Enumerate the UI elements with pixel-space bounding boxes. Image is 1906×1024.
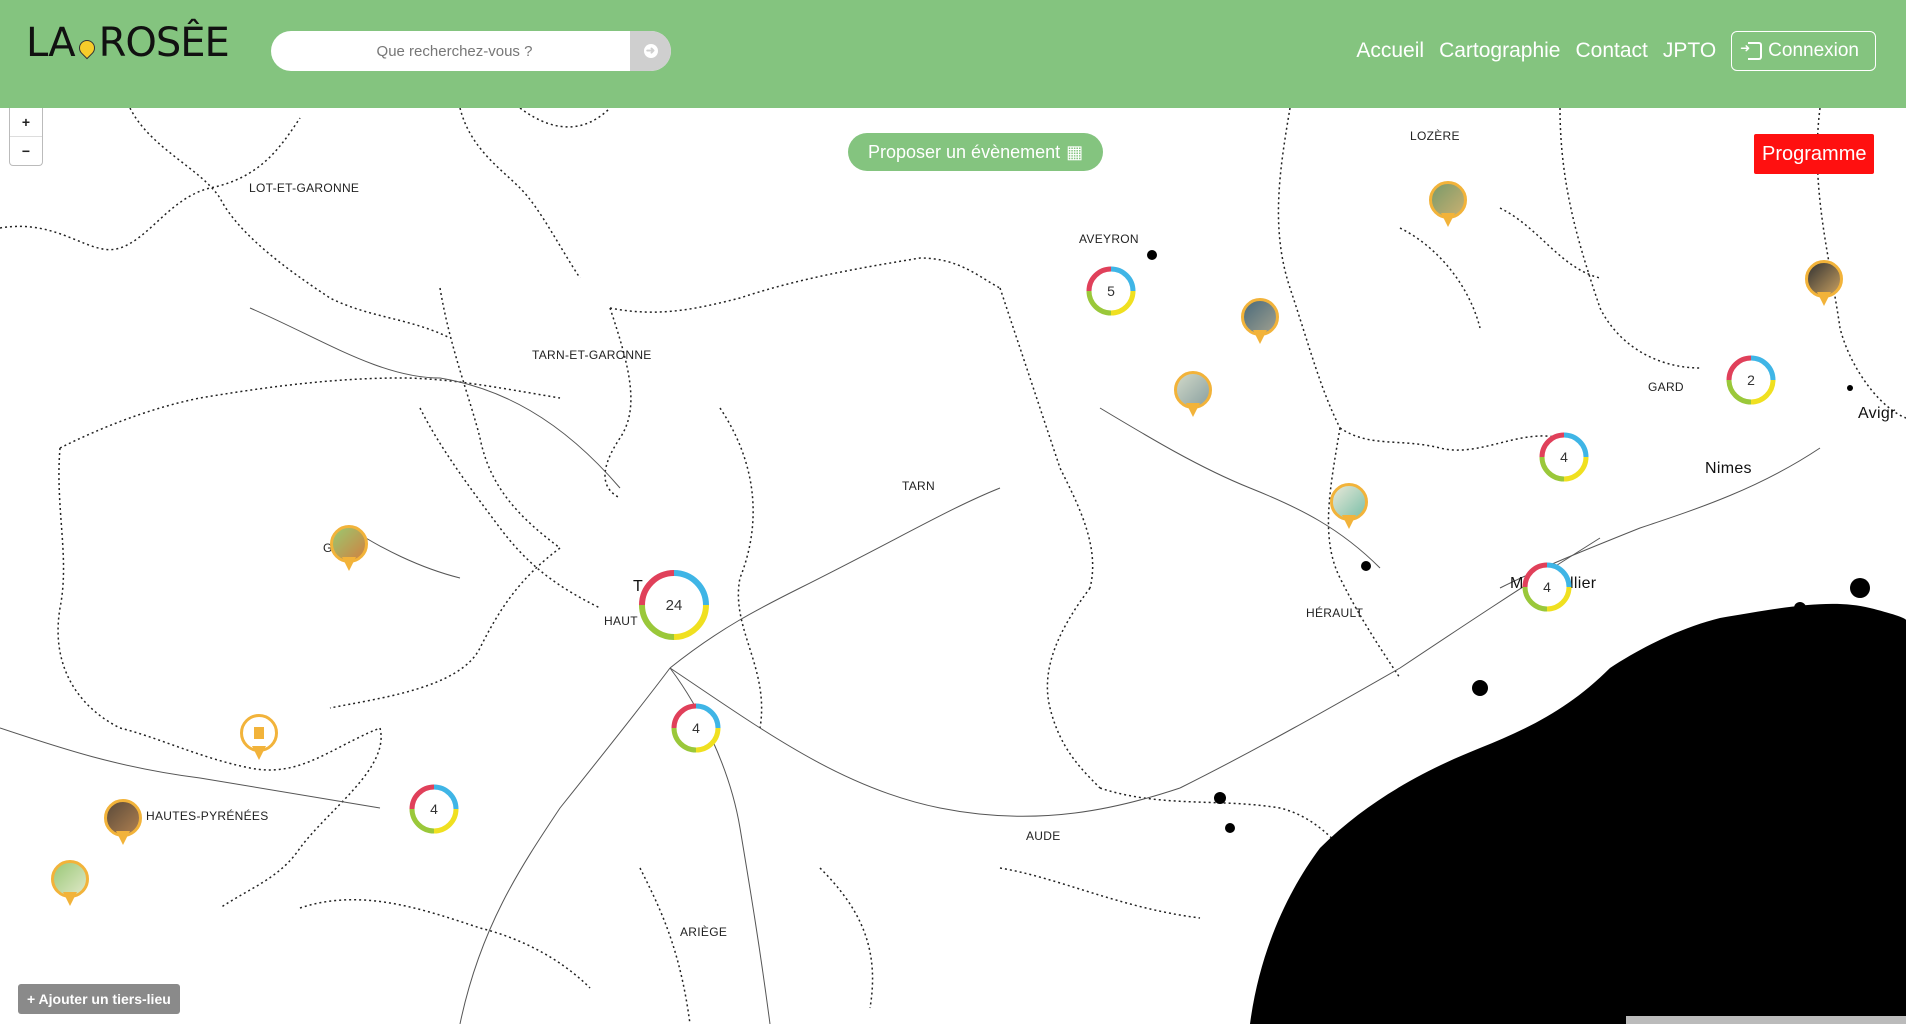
cluster-count: 5 bbox=[1107, 283, 1115, 299]
label-lot-et-garonne: LOT-ET-GARONNE bbox=[249, 181, 360, 195]
marker-tail bbox=[63, 892, 77, 906]
place-marker[interactable] bbox=[330, 525, 368, 575]
programme-button[interactable]: Programme bbox=[1754, 134, 1875, 174]
nav-accueil[interactable]: Accueil bbox=[1356, 39, 1424, 63]
label-gard: GARD bbox=[1648, 380, 1684, 394]
cluster-count: 4 bbox=[692, 720, 700, 736]
cluster-marker-gard[interactable]: 2 bbox=[1726, 355, 1776, 405]
label-hautes-pyrenees: HAUTES-PYRÉNÉES bbox=[146, 809, 269, 823]
label-nimes: Nimes bbox=[1705, 460, 1752, 477]
cluster-count: 2 bbox=[1747, 372, 1755, 388]
cluster-count: 4 bbox=[430, 801, 438, 817]
login-button[interactable]: Connexion bbox=[1731, 31, 1876, 71]
place-marker[interactable] bbox=[51, 860, 89, 910]
label-aude: AUDE bbox=[1026, 829, 1061, 843]
cluster-marker-aveyron[interactable]: 5 bbox=[1086, 266, 1136, 316]
place-marker[interactable] bbox=[104, 799, 142, 849]
cluster-marker-toulouse[interactable]: 24 bbox=[638, 569, 710, 641]
nav-jpto[interactable]: JPTO bbox=[1663, 39, 1716, 63]
propose-event-label: Proposer un évènement bbox=[868, 141, 1061, 162]
zoom-control: + − bbox=[9, 108, 43, 166]
zoom-in-button[interactable]: + bbox=[10, 108, 42, 136]
label-avignon: Avigr bbox=[1858, 405, 1896, 422]
sign-in-icon bbox=[1740, 41, 1763, 60]
cluster-count: 4 bbox=[1560, 449, 1568, 465]
cluster-marker-ariege[interactable]: 4 bbox=[671, 703, 721, 753]
cluster-marker-gard-south[interactable]: 4 bbox=[1539, 432, 1589, 482]
nav-cartographie[interactable]: Cartographie bbox=[1439, 39, 1560, 63]
map-attribution bbox=[1626, 1016, 1906, 1024]
place-marker[interactable] bbox=[1174, 371, 1212, 421]
place-marker[interactable] bbox=[1330, 483, 1368, 533]
label-haute-garonne: HAUT bbox=[604, 614, 638, 628]
label-tarn: TARN bbox=[902, 479, 935, 493]
map-basemap bbox=[0, 108, 1906, 1024]
label-lozere: LOZÈRE bbox=[1410, 129, 1460, 143]
top-navbar: LAROSÊE ➜ Accueil Cartographie Contact J… bbox=[0, 0, 1906, 108]
marker-tail bbox=[116, 831, 130, 845]
main-nav: Accueil Cartographie Contact JPTO Connex… bbox=[1356, 31, 1876, 71]
label-montpellier-right: llier bbox=[1570, 575, 1597, 592]
marker-tail bbox=[1817, 292, 1831, 306]
marker-tail bbox=[1441, 213, 1455, 227]
arrow-circle-icon: ➜ bbox=[643, 44, 658, 58]
marker-tail bbox=[1253, 330, 1267, 344]
cluster-marker-montpellier[interactable]: 4 bbox=[1522, 562, 1572, 612]
place-marker[interactable] bbox=[240, 714, 278, 764]
marker-tail bbox=[1342, 515, 1356, 529]
label-aveyron: AVEYRON bbox=[1079, 232, 1139, 246]
cluster-count: 24 bbox=[665, 596, 683, 614]
add-place-button[interactable]: + Ajouter un tiers-lieu bbox=[18, 984, 180, 1014]
marker-tail bbox=[342, 557, 356, 571]
cluster-marker-hautes-pyrenees[interactable]: 4 bbox=[409, 784, 459, 834]
search-submit-button[interactable]: ➜ bbox=[630, 31, 671, 71]
marker-tail bbox=[252, 746, 266, 760]
label-ariege: ARIÈGE bbox=[680, 925, 728, 939]
place-marker[interactable] bbox=[1805, 260, 1843, 310]
cluster-count: 4 bbox=[1543, 579, 1551, 595]
search-bar: ➜ bbox=[271, 31, 671, 71]
drop-icon bbox=[75, 36, 98, 60]
nav-contact[interactable]: Contact bbox=[1575, 39, 1647, 63]
propose-event-button[interactable]: Proposer un évènement ▦ bbox=[848, 133, 1104, 171]
search-input[interactable] bbox=[271, 31, 630, 71]
calendar-icon: ▦ bbox=[1066, 141, 1084, 162]
label-herault: HÉRAULT bbox=[1306, 606, 1364, 620]
place-marker[interactable] bbox=[1241, 298, 1279, 348]
map-canvas[interactable]: + − Proposer un évènement ▦ Programme + … bbox=[0, 108, 1906, 1024]
marker-tail bbox=[1186, 403, 1200, 417]
label-tarn-et-garonne: TARN-ET-GARONNE bbox=[532, 348, 652, 362]
login-label: Connexion bbox=[1768, 40, 1859, 61]
site-logo[interactable]: LA ROSÊE bbox=[26, 20, 230, 66]
place-marker[interactable] bbox=[1429, 181, 1467, 231]
zoom-out-button[interactable]: − bbox=[10, 136, 42, 165]
